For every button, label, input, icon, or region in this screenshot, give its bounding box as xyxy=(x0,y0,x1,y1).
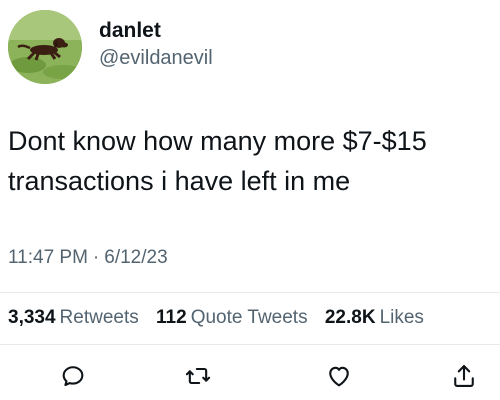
divider xyxy=(0,344,500,345)
quote-tweets-count: 112 xyxy=(156,307,187,328)
reply-icon xyxy=(62,366,84,387)
tweet-actions xyxy=(0,356,500,396)
user-info: danlet @evildanevil xyxy=(99,18,213,71)
likes-stat[interactable]: 22.8K Likes xyxy=(325,307,424,328)
quote-tweets-label: Quote Tweets xyxy=(190,307,308,328)
retweets-stat[interactable]: 3,334 Retweets xyxy=(8,307,139,328)
like-heart-icon xyxy=(329,366,349,387)
reply-button[interactable] xyxy=(57,360,89,392)
dachshund-avatar-image xyxy=(8,10,82,84)
likes-count: 22.8K xyxy=(324,307,376,328)
tweet-text: Dont know how many more $7-$15 transacti… xyxy=(8,126,427,196)
timestamp-separator: · xyxy=(92,247,100,268)
retweets-label: Retweets xyxy=(59,307,139,328)
retweets-count: 3,334 xyxy=(8,307,56,328)
share-icon xyxy=(454,365,474,387)
like-button[interactable] xyxy=(323,360,355,392)
tweet-header: danlet @evildanevil xyxy=(8,10,213,84)
divider xyxy=(0,292,500,293)
tweet-card: danlet @evildanevil Dont know how many m… xyxy=(0,0,500,400)
retweet-icon xyxy=(185,367,211,385)
display-name[interactable]: danlet xyxy=(99,18,213,43)
quote-tweets-stat[interactable]: 112 Quote Tweets xyxy=(156,307,308,328)
tweet-timestamp[interactable]: 11:47 PM · 6/12/23 xyxy=(8,246,168,270)
tweet-time: 11:47 PM xyxy=(8,247,88,268)
share-button[interactable] xyxy=(448,360,480,392)
tweet-date: 6/12/23 xyxy=(104,247,168,268)
tweet-stats: 3,334 Retweets 112 Quote Tweets 22.8K Likes xyxy=(8,306,436,330)
likes-label: Likes xyxy=(379,307,424,328)
retweet-button[interactable] xyxy=(182,360,214,392)
avatar[interactable] xyxy=(8,10,82,84)
user-handle[interactable]: @evildanevil xyxy=(99,45,213,71)
